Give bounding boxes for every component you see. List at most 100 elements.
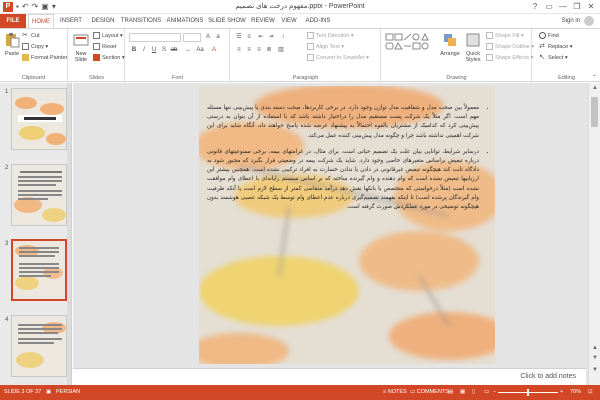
comments-button[interactable]: ▭ COMMENTS <box>410 389 449 395</box>
convert-smartart-button[interactable]: Convert to SmartArt ▾ <box>307 54 369 63</box>
tab-slide-show[interactable]: SLIDE SHOW <box>208 14 246 28</box>
slide-thumbnail[interactable] <box>11 164 67 226</box>
align-left-icon[interactable]: ≡ <box>235 46 243 54</box>
slideshow-icon[interactable]: ▣ <box>41 2 49 11</box>
italic-icon[interactable]: I <box>140 46 148 54</box>
reset-button[interactable]: Reset <box>93 43 116 52</box>
slide-thumbnail-panel: 1 2 3 4 <box>0 83 72 385</box>
increase-indent-icon[interactable]: ⇥ <box>267 33 275 41</box>
underline-icon[interactable]: U <box>150 46 158 54</box>
justify-icon[interactable]: ≣ <box>265 46 273 54</box>
slide-thumbnail-selected[interactable] <box>11 239 67 301</box>
current-slide[interactable]: معمولاً بین صحت مدل و شفافیت مدل توازن و… <box>199 86 495 364</box>
new-slide-button[interactable]: New Slide <box>71 32 91 63</box>
qat-customize-icon[interactable]: ▾ <box>52 2 56 11</box>
replace-button[interactable]: ⇄ Replace ▾ <box>539 43 572 52</box>
shape-fill-button[interactable]: Shape Fill ▾ <box>486 32 524 41</box>
help-button[interactable]: ? <box>528 0 542 14</box>
notes-pane[interactable]: Click to add notes <box>73 368 586 385</box>
slide-body-text[interactable]: معمولاً بین صحت مدل و شفافیت مدل توازن و… <box>207 104 487 219</box>
format-painter-button[interactable]: Format Painter <box>22 54 67 63</box>
redo-icon[interactable]: ↷ <box>32 2 39 11</box>
shapes-gallery[interactable] <box>385 33 437 59</box>
strikethrough-icon[interactable]: ab <box>170 46 178 54</box>
scrollbar-thumb[interactable] <box>591 97 598 127</box>
numbering-icon[interactable]: ≡ <box>245 33 253 41</box>
zoom-out-icon[interactable]: − <box>493 389 496 395</box>
tab-home[interactable]: HOME <box>28 14 54 28</box>
tab-insert[interactable]: INSERT <box>57 14 85 28</box>
zoom-slider-handle[interactable] <box>527 389 529 396</box>
tab-file[interactable]: FILE <box>0 14 26 28</box>
select-button[interactable]: ↖ Select ▾ <box>539 54 568 63</box>
save-icon[interactable]: ▪ <box>16 2 19 11</box>
minimize-button[interactable]: — <box>556 0 570 14</box>
language-indicator[interactable]: PERSIAN <box>56 389 80 395</box>
zoom-level[interactable]: 70% <box>570 389 581 395</box>
undo-icon[interactable]: ↶ <box>22 2 29 11</box>
zoom-in-icon[interactable]: + <box>560 389 563 395</box>
shrink-font-icon[interactable]: a <box>214 33 222 41</box>
align-center-icon[interactable]: ≡ <box>245 46 253 54</box>
align-text-button[interactable]: Align Text ▾ <box>307 43 344 52</box>
change-case-icon[interactable]: Aa <box>196 46 204 54</box>
normal-view-icon[interactable]: ▤ <box>448 389 453 395</box>
fit-slide-icon[interactable]: ⊡ <box>588 389 593 395</box>
layout-button[interactable]: Layout ▾ <box>93 32 123 41</box>
shadow-icon[interactable]: S <box>160 46 168 54</box>
bold-icon[interactable]: B <box>130 46 138 54</box>
char-spacing-icon[interactable]: ↔ <box>184 46 192 54</box>
reading-view-icon[interactable]: ▯ <box>472 389 475 395</box>
tab-design[interactable]: DESIGN <box>88 14 118 28</box>
copy-button[interactable]: Copy ▾ <box>22 43 48 52</box>
columns-icon[interactable]: ▥ <box>277 46 285 54</box>
slide-scrollbar[interactable]: ▲ ▲ ▼ ▼ <box>588 83 600 385</box>
ribbon-display-button[interactable]: ▭ <box>542 0 556 14</box>
scroll-down-icon[interactable]: ▼ <box>590 367 600 373</box>
bullets-icon[interactable]: ☰ <box>235 33 243 41</box>
font-name-dropdown[interactable] <box>129 33 181 42</box>
font-size-dropdown[interactable] <box>183 33 201 42</box>
find-button[interactable]: Find <box>539 32 559 41</box>
paste-button[interactable]: Paste <box>3 32 21 57</box>
shape-effects-button[interactable]: Shape Effects ▾ <box>486 54 533 63</box>
tab-transitions[interactable]: TRANSITIONS <box>120 14 162 28</box>
sign-in-link[interactable]: Sign in <box>562 14 580 28</box>
text-direction-button[interactable]: Text Direction ▾ <box>307 32 354 41</box>
spellcheck-icon[interactable]: ▣ <box>46 389 51 395</box>
slideshow-view-icon[interactable]: ▭ <box>484 389 489 395</box>
notes-placeholder[interactable]: Click to add notes <box>520 373 576 380</box>
section-button[interactable]: Section ▾ <box>93 54 125 63</box>
align-right-icon[interactable]: ≡ <box>255 46 263 54</box>
scroll-prev-slide-icon[interactable]: ▲ <box>590 345 600 351</box>
slide-bullet[interactable]: درسایر شرایط، توانایی بیان علت یک تصمیم … <box>207 148 479 212</box>
tab-view[interactable]: VIEW <box>279 14 299 28</box>
tab-animations[interactable]: ANIMATIONS <box>164 14 206 28</box>
decrease-indent-icon[interactable]: ⇤ <box>257 33 265 41</box>
tab-add-ins[interactable]: ADD-INS <box>303 14 333 28</box>
grow-font-icon[interactable]: A <box>204 33 212 41</box>
scroll-next-slide-icon[interactable]: ▼ <box>590 355 600 361</box>
slide-bullet[interactable]: معمولاً بین صحت مدل و شفافیت مدل توازن و… <box>207 104 479 141</box>
slide-thumbnail[interactable] <box>11 88 67 150</box>
font-color-icon[interactable]: A <box>210 46 218 54</box>
maximize-button[interactable]: ❐ <box>570 0 584 14</box>
avatar[interactable] <box>584 16 594 26</box>
chevron-down-icon[interactable]: ▾ <box>44 44 48 50</box>
line-spacing-icon[interactable]: ↕ <box>279 33 287 41</box>
slide-sorter-icon[interactable]: ▦ <box>460 389 465 395</box>
editing-group-label: Editing <box>558 75 575 81</box>
notes-button[interactable]: ≡ NOTES <box>383 389 407 395</box>
shape-outline-button[interactable]: Shape Outline ▾ <box>486 43 534 52</box>
section-icon <box>93 54 100 62</box>
reset-icon <box>93 43 100 51</box>
arrange-button[interactable]: Arrange <box>440 32 460 57</box>
scroll-up-icon[interactable]: ▲ <box>590 85 600 91</box>
tab-review[interactable]: REVIEW <box>249 14 277 28</box>
close-button[interactable]: ✕ <box>584 0 598 14</box>
collapse-ribbon-icon[interactable]: ⌃ <box>592 74 597 81</box>
thumbnail-scrollbar[interactable] <box>67 83 71 385</box>
cut-button[interactable]: ✂ Cut <box>22 32 40 41</box>
slide-thumbnail[interactable] <box>11 315 67 377</box>
quick-styles-button[interactable]: Quick Styles <box>462 32 484 63</box>
